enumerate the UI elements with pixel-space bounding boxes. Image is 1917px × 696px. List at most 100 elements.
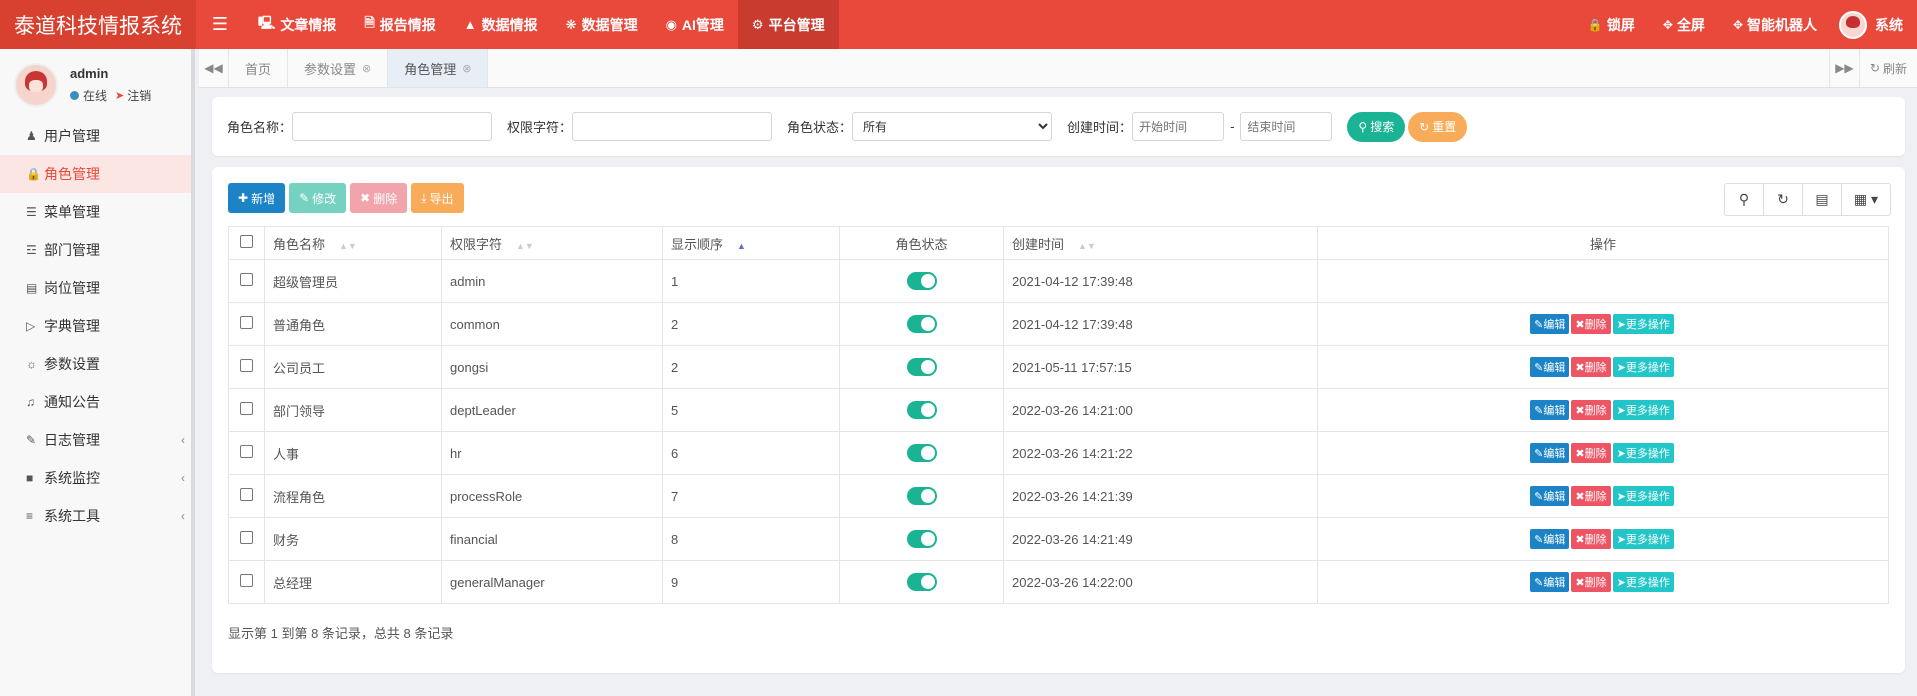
close-icon[interactable]: ⊗ [462, 62, 471, 75]
edit-button[interactable]: ✎ 修改 [289, 183, 347, 213]
tab-roles[interactable]: 角色管理 ⊗ [388, 49, 489, 87]
role-table-panel: ✚ 新增 ✎ 修改 ✖ 删除 ⤓ 导出 ⚲ ↻ ▤ ▦ ▾ 角色名称 ▲▼ 权限字符 ▲▼ … [212, 167, 1905, 673]
tabs-scroll-right-icon[interactable]: ▶▶ [1828, 49, 1859, 87]
row-checkbox[interactable] [240, 445, 253, 458]
row-delete-button[interactable]: ✖ 删除 [1571, 529, 1611, 549]
sidebar-item-notices[interactable]: ♫ 通知公告 [0, 383, 191, 421]
perm-key-input[interactable] [572, 112, 773, 141]
top-nav-data-manage[interactable]: ❋ 数据管理 [552, 0, 652, 49]
refresh-icon: ↻ [1869, 61, 1880, 75]
top-nav-data-intel[interactable]: ▲ 数据情报 [450, 0, 552, 49]
row-more-button[interactable]: ➤ 更多操作 [1612, 486, 1674, 506]
top-nav-ai[interactable]: ◉ AI管理 [652, 0, 738, 49]
top-nav-articles[interactable]: 🖳 文章情报 [244, 0, 350, 49]
row-more-button[interactable]: ➤ 更多操作 [1612, 357, 1674, 377]
role-name-input[interactable] [292, 112, 493, 141]
row-more-button[interactable]: ➤ 更多操作 [1612, 400, 1674, 420]
col-created[interactable]: 创建时间 ▲▼ [1003, 226, 1318, 260]
row-checkbox[interactable] [240, 316, 253, 329]
close-icon[interactable]: ⊗ [362, 62, 371, 75]
sidebar-item-roles[interactable]: 🔒 角色管理 [0, 155, 191, 193]
cell-created: 2022-03-26 14:21:22 [1003, 431, 1318, 475]
select-all-checkbox[interactable] [240, 235, 253, 248]
menu-toggle-icon[interactable]: ☰ [196, 14, 244, 35]
row-checkbox[interactable] [240, 574, 253, 587]
row-delete-button[interactable]: ✖ 删除 [1571, 486, 1611, 506]
table-body: 超级管理员 admin 1 2021-04-12 17:39:48 普通角色 common… [228, 259, 1889, 604]
export-button[interactable]: ⤓ 导出 [411, 183, 464, 213]
lock-screen-button[interactable]: 🔒 锁屏 [1574, 15, 1649, 35]
row-more-button[interactable]: ➤ 更多操作 [1612, 443, 1674, 463]
fullscreen-button[interactable]: ✥ 全屏 [1649, 15, 1719, 35]
end-time-input[interactable] [1240, 112, 1333, 141]
sidebar-item-dictionary[interactable]: ▷ 字典管理 [0, 307, 191, 345]
row-more-button[interactable]: ➤ 更多操作 [1612, 529, 1674, 549]
user-menu[interactable]: 系统 [1831, 10, 1917, 39]
sidebar-item-users[interactable]: ♟ 用户管理 [0, 117, 191, 155]
row-checkbox[interactable] [240, 273, 253, 286]
sidebar-item-departments[interactable]: ☲ 部门管理 [0, 231, 191, 269]
top-nav-reports[interactable]: 🗎 报告情报 [350, 0, 449, 49]
row-edit-button[interactable]: ✎ 编辑 [1530, 357, 1570, 377]
sidebar-item-menus[interactable]: ☰ 菜单管理 [0, 193, 191, 231]
role-table: 角色名称 ▲▼ 权限字符 ▲▼ 显示顺序 ▲ 角色状态 创建时间 ▲▼ 操作 超级管理员… [228, 226, 1889, 604]
status-toggle[interactable] [906, 401, 937, 419]
status-toggle[interactable] [906, 530, 937, 548]
row-delete-button[interactable]: ✖ 删除 [1571, 443, 1611, 463]
status-toggle[interactable] [906, 444, 937, 462]
row-delete-button[interactable]: ✖ 删除 [1571, 572, 1611, 592]
columns-icon[interactable]: ▤ [1802, 183, 1842, 216]
add-button[interactable]: ✚ 新增 [228, 183, 286, 213]
status-toggle[interactable] [906, 315, 937, 333]
row-checkbox[interactable] [240, 359, 253, 372]
row-more-button[interactable]: ➤ 更多操作 [1612, 314, 1674, 334]
row-edit-button[interactable]: ✎ 编辑 [1530, 314, 1570, 334]
grid-dropdown-icon[interactable]: ▦ ▾ [1841, 183, 1891, 216]
col-order[interactable]: 显示顺序 ▲ [662, 226, 840, 260]
tab-params[interactable]: 参数设置 ⊗ [288, 49, 389, 87]
row-delete-button[interactable]: ✖ 删除 [1571, 314, 1611, 334]
status-toggle[interactable] [906, 272, 937, 290]
reset-button[interactable]: ↻ 重置 [1408, 111, 1468, 142]
cell-actions: ✎ 编辑 ✖ 删除 ➤ 更多操作 [1317, 474, 1889, 518]
col-perm-key[interactable]: 权限字符 ▲▼ [441, 226, 663, 260]
sidebar-item-logs[interactable]: ✎ 日志管理 ‹ [0, 421, 191, 459]
status-toggle[interactable] [906, 487, 937, 505]
start-time-input[interactable] [1132, 112, 1225, 141]
row-edit-button[interactable]: ✎ 编辑 [1530, 443, 1570, 463]
row-checkbox[interactable] [240, 531, 253, 544]
role-status-select[interactable]: 所有 [852, 112, 1053, 141]
row-edit-button[interactable]: ✎ 编辑 [1530, 400, 1570, 420]
delete-button[interactable]: ✖ 删除 [350, 183, 408, 213]
robot-button[interactable]: ✥ 智能机器人 [1719, 15, 1831, 35]
bullhorn-icon: ♫ [26, 395, 35, 409]
row-checkbox[interactable] [240, 488, 253, 501]
refresh-icon[interactable]: ↻ [1763, 183, 1803, 216]
row-edit-button[interactable]: ✎ 编辑 [1530, 572, 1570, 592]
search-icon: ⚲ [1358, 119, 1368, 134]
status-toggle[interactable] [906, 573, 937, 591]
row-edit-button[interactable]: ✎ 编辑 [1530, 486, 1570, 506]
row-delete-button[interactable]: ✖ 删除 [1571, 400, 1611, 420]
top-right-tools: 🔒 锁屏 ✥ 全屏 ✥ 智能机器人 系统 [1574, 0, 1917, 49]
sidebar-item-tools[interactable]: ≡ 系统工具 ‹ [0, 497, 191, 535]
search-form: 角色名称： 权限字符： 角色状态： 所有 创建时间： - ⚲搜索 ↻重置 [212, 97, 1905, 156]
tab-home[interactable]: 首页 [229, 49, 289, 87]
tab-refresh-button[interactable]: ↻ 刷新 [1858, 49, 1917, 87]
row-delete-button[interactable]: ✖ 删除 [1571, 357, 1611, 377]
search-toggle-icon[interactable]: ⚲ [1724, 183, 1764, 216]
top-nav-platform[interactable]: ⚙ 平台管理 [737, 0, 839, 49]
col-role-name[interactable]: 角色名称 ▲▼ [264, 226, 442, 260]
row-edit-button[interactable]: ✎ 编辑 [1530, 529, 1570, 549]
sidebar-item-monitor[interactable]: ■ 系统监控 ‹ [0, 459, 191, 497]
row-more-button[interactable]: ➤ 更多操作 [1612, 572, 1674, 592]
lock-icon: 🔒 [1587, 17, 1603, 32]
edit-icon: ✎ [299, 191, 310, 205]
tabs-scroll-left-icon[interactable]: ◀◀ [199, 49, 229, 87]
search-button[interactable]: ⚲ 搜索 [1347, 111, 1406, 142]
row-checkbox[interactable] [240, 402, 253, 415]
sidebar-item-params[interactable]: ☼ 参数设置 [0, 345, 191, 383]
sidebar-item-posts[interactable]: ▤ 岗位管理 [0, 269, 191, 307]
status-toggle[interactable] [906, 358, 937, 376]
logout-link[interactable]: 注销 [127, 87, 151, 104]
